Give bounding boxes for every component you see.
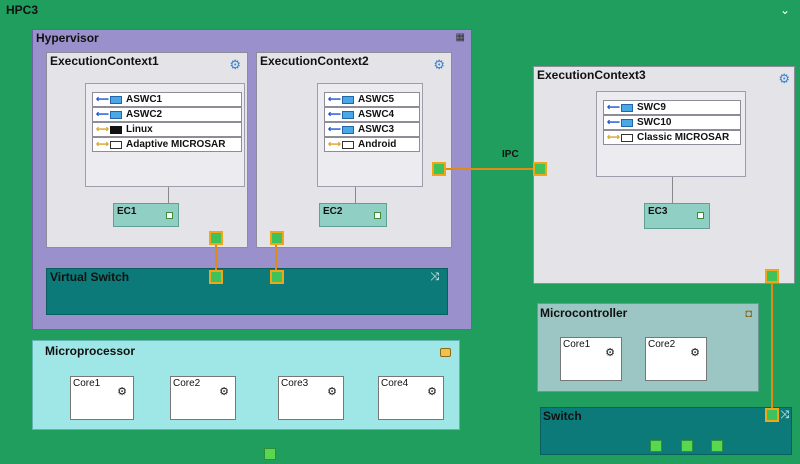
connector-line bbox=[355, 187, 356, 203]
software-stack: ⟵ SWC9 ⟵ SWC10 ⟷ Classic MICROSAR bbox=[596, 91, 746, 177]
middleware-icon bbox=[110, 140, 122, 149]
ec-node-3[interactable]: EC3 bbox=[644, 203, 710, 229]
connector-line bbox=[672, 177, 673, 203]
shuffle-icon: ⤨ bbox=[430, 271, 439, 283]
app-icon bbox=[621, 118, 633, 127]
ipc-port-right[interactable] bbox=[533, 162, 547, 176]
chip-icon bbox=[440, 348, 451, 357]
ec1-port[interactable] bbox=[209, 231, 223, 245]
execution-context-3[interactable]: ExecutionContext3 ⚙ ⟵ SWC9 ⟵ SWC10 ⟷ Classi… bbox=[533, 66, 795, 284]
chip-icon: ◘ bbox=[745, 308, 752, 320]
ec3-port[interactable] bbox=[765, 269, 779, 283]
cog-icon: ⚙ bbox=[117, 386, 127, 398]
swc-item[interactable]: ⟵ SWC10 bbox=[603, 115, 741, 130]
cog-icon: ⚙ bbox=[690, 347, 700, 359]
port-icon bbox=[374, 212, 381, 219]
ec2-port[interactable] bbox=[270, 231, 284, 245]
app-icon bbox=[110, 95, 122, 104]
vswitch-port-1[interactable] bbox=[209, 270, 223, 284]
core-4[interactable]: Core4 ⚙ bbox=[378, 376, 444, 420]
software-stack: ⟵ ASWC1 ⟵ ASWC2 ⟷ Linux ⟷ Adaptive MICROSAR bbox=[85, 83, 245, 187]
os-icon bbox=[110, 125, 122, 134]
cog-icon: ⚙ bbox=[427, 386, 437, 398]
cog-icon: ⚙ bbox=[327, 386, 337, 398]
middleware-item[interactable]: ⟷ Android bbox=[324, 137, 420, 152]
hpc-port[interactable] bbox=[264, 448, 276, 460]
middleware-icon bbox=[621, 133, 633, 142]
core-2[interactable]: Core2 ⚙ bbox=[170, 376, 236, 420]
app-icon bbox=[342, 125, 354, 134]
microcontroller-title: Microcontroller bbox=[540, 306, 628, 320]
cog-icon: ⚙ bbox=[219, 386, 229, 398]
port-icon bbox=[166, 212, 173, 219]
ec-node-2[interactable]: EC2 bbox=[319, 203, 387, 227]
middleware-item[interactable]: ⟷ Classic MICROSAR bbox=[603, 130, 741, 145]
context-title: ExecutionContext3 bbox=[537, 68, 646, 82]
ipc-connection[interactable] bbox=[443, 168, 540, 170]
hypervisor-title: Hypervisor bbox=[36, 31, 99, 45]
chevron-down-icon[interactable]: ⌄ bbox=[780, 3, 790, 17]
virtual-switch[interactable]: Virtual Switch ⤨ bbox=[46, 268, 448, 315]
swc-item[interactable]: ⟵ ASWC2 bbox=[92, 107, 242, 122]
link-ec3-switch[interactable] bbox=[771, 282, 773, 414]
microprocessor[interactable]: Microprocessor Core1 ⚙ Core2 ⚙ Core3 ⚙ Core… bbox=[32, 340, 460, 430]
context-title: ExecutionContext2 bbox=[260, 54, 369, 68]
switch-port[interactable] bbox=[765, 408, 779, 422]
hpc-canvas: HPC3 ⌄ Hypervisor ▦ ExecutionContext1 ⚙ … bbox=[0, 0, 800, 464]
ipc-port-left[interactable] bbox=[432, 162, 446, 176]
connector-line bbox=[168, 187, 169, 203]
gear-icon[interactable]: ⚙ bbox=[433, 57, 445, 73]
app-icon bbox=[621, 103, 633, 112]
cog-icon: ⚙ bbox=[605, 347, 615, 359]
swc-item[interactable]: ⟵ ASWC3 bbox=[324, 122, 420, 137]
core-1[interactable]: Core1 ⚙ bbox=[70, 376, 134, 420]
hpc-title: HPC3 bbox=[6, 3, 39, 17]
os-item[interactable]: ⟷ Linux bbox=[92, 122, 242, 137]
gear-icon[interactable]: ⚙ bbox=[778, 71, 790, 87]
switch-port-small[interactable] bbox=[711, 440, 723, 452]
port-icon bbox=[697, 212, 704, 219]
switch[interactable]: Switch ⤨ bbox=[540, 407, 792, 455]
app-icon bbox=[342, 110, 354, 119]
hypervisor-icon: ▦ bbox=[455, 32, 465, 43]
swc-item[interactable]: ⟵ ASWC1 bbox=[92, 92, 242, 107]
switch-title: Switch bbox=[543, 409, 582, 423]
gear-icon[interactable]: ⚙ bbox=[229, 57, 241, 73]
execution-context-1[interactable]: ExecutionContext1 ⚙ ⟵ ASWC1 ⟵ ASWC2 ⟷ Linux… bbox=[46, 52, 248, 248]
swc-item[interactable]: ⟵ ASWC5 bbox=[324, 92, 420, 107]
ipc-label: IPC bbox=[502, 149, 519, 160]
shuffle-icon: ⤨ bbox=[780, 409, 789, 421]
mc-core-2[interactable]: Core2 ⚙ bbox=[645, 337, 707, 381]
middleware-icon bbox=[342, 140, 354, 149]
microprocessor-title: Microprocessor bbox=[45, 344, 136, 358]
app-icon bbox=[342, 95, 354, 104]
app-icon bbox=[110, 110, 122, 119]
execution-context-2[interactable]: ExecutionContext2 ⚙ ⟵ ASWC5 ⟵ ASWC4 ⟵ ASWC3… bbox=[256, 52, 452, 248]
software-stack: ⟵ ASWC5 ⟵ ASWC4 ⟵ ASWC3 ⟷ Android bbox=[317, 83, 423, 187]
swc-item[interactable]: ⟵ ASWC4 bbox=[324, 107, 420, 122]
core-3[interactable]: Core3 ⚙ bbox=[278, 376, 344, 420]
vswitch-port-2[interactable] bbox=[270, 270, 284, 284]
swc-item[interactable]: ⟵ SWC9 bbox=[603, 100, 741, 115]
switch-port-small[interactable] bbox=[681, 440, 693, 452]
microcontroller[interactable]: Microcontroller ◘ Core1 ⚙ Core2 ⚙ bbox=[537, 303, 759, 392]
ec-node-1[interactable]: EC1 bbox=[113, 203, 179, 227]
switch-port-small[interactable] bbox=[650, 440, 662, 452]
context-title: ExecutionContext1 bbox=[50, 54, 159, 68]
mc-core-1[interactable]: Core1 ⚙ bbox=[560, 337, 622, 381]
middleware-item[interactable]: ⟷ Adaptive MICROSAR bbox=[92, 137, 242, 152]
virtual-switch-title: Virtual Switch bbox=[50, 270, 130, 284]
